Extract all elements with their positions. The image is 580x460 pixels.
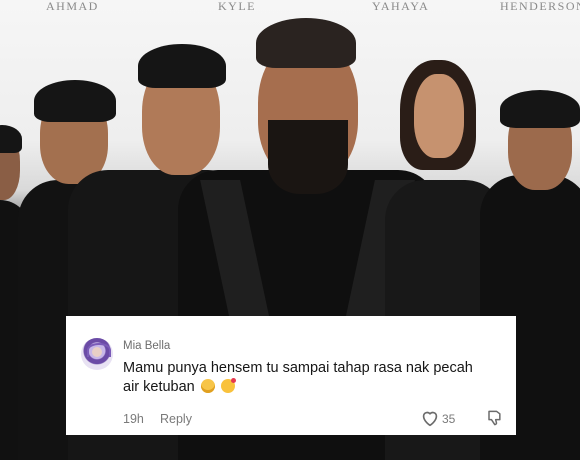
comment-text: Mamu punya hensem tu sampai tahap rasa n… bbox=[123, 359, 483, 397]
comment-username[interactable]: Mia Bella bbox=[123, 340, 170, 352]
comment-body: Mamu punya hensem tu sampai tahap rasa n… bbox=[123, 360, 473, 395]
cast-name-kyle: KYLE bbox=[218, 0, 256, 13]
like-count: 35 bbox=[442, 412, 456, 426]
cast-name-ahmad: AHMAD bbox=[46, 0, 99, 13]
cast-name-yahaya: YAHAYA bbox=[372, 0, 430, 13]
heart-icon[interactable] bbox=[419, 407, 441, 429]
reply-button[interactable]: Reply bbox=[160, 412, 192, 426]
cast-names-row: AHMAD KYLE YAHAYA HENDERSON bbox=[0, 0, 580, 16]
comment-timestamp: 19h bbox=[123, 412, 144, 426]
comment-card: Mia Bella Mamu punya hensem tu sampai ta… bbox=[66, 316, 516, 435]
weary-face-emoji bbox=[200, 379, 215, 393]
smiling-face-with-hearts-emoji bbox=[220, 378, 236, 393]
avatar[interactable] bbox=[81, 338, 113, 370]
cast-name-henderson: HENDERSON bbox=[500, 0, 580, 13]
thumbs-down-icon[interactable] bbox=[484, 408, 504, 428]
